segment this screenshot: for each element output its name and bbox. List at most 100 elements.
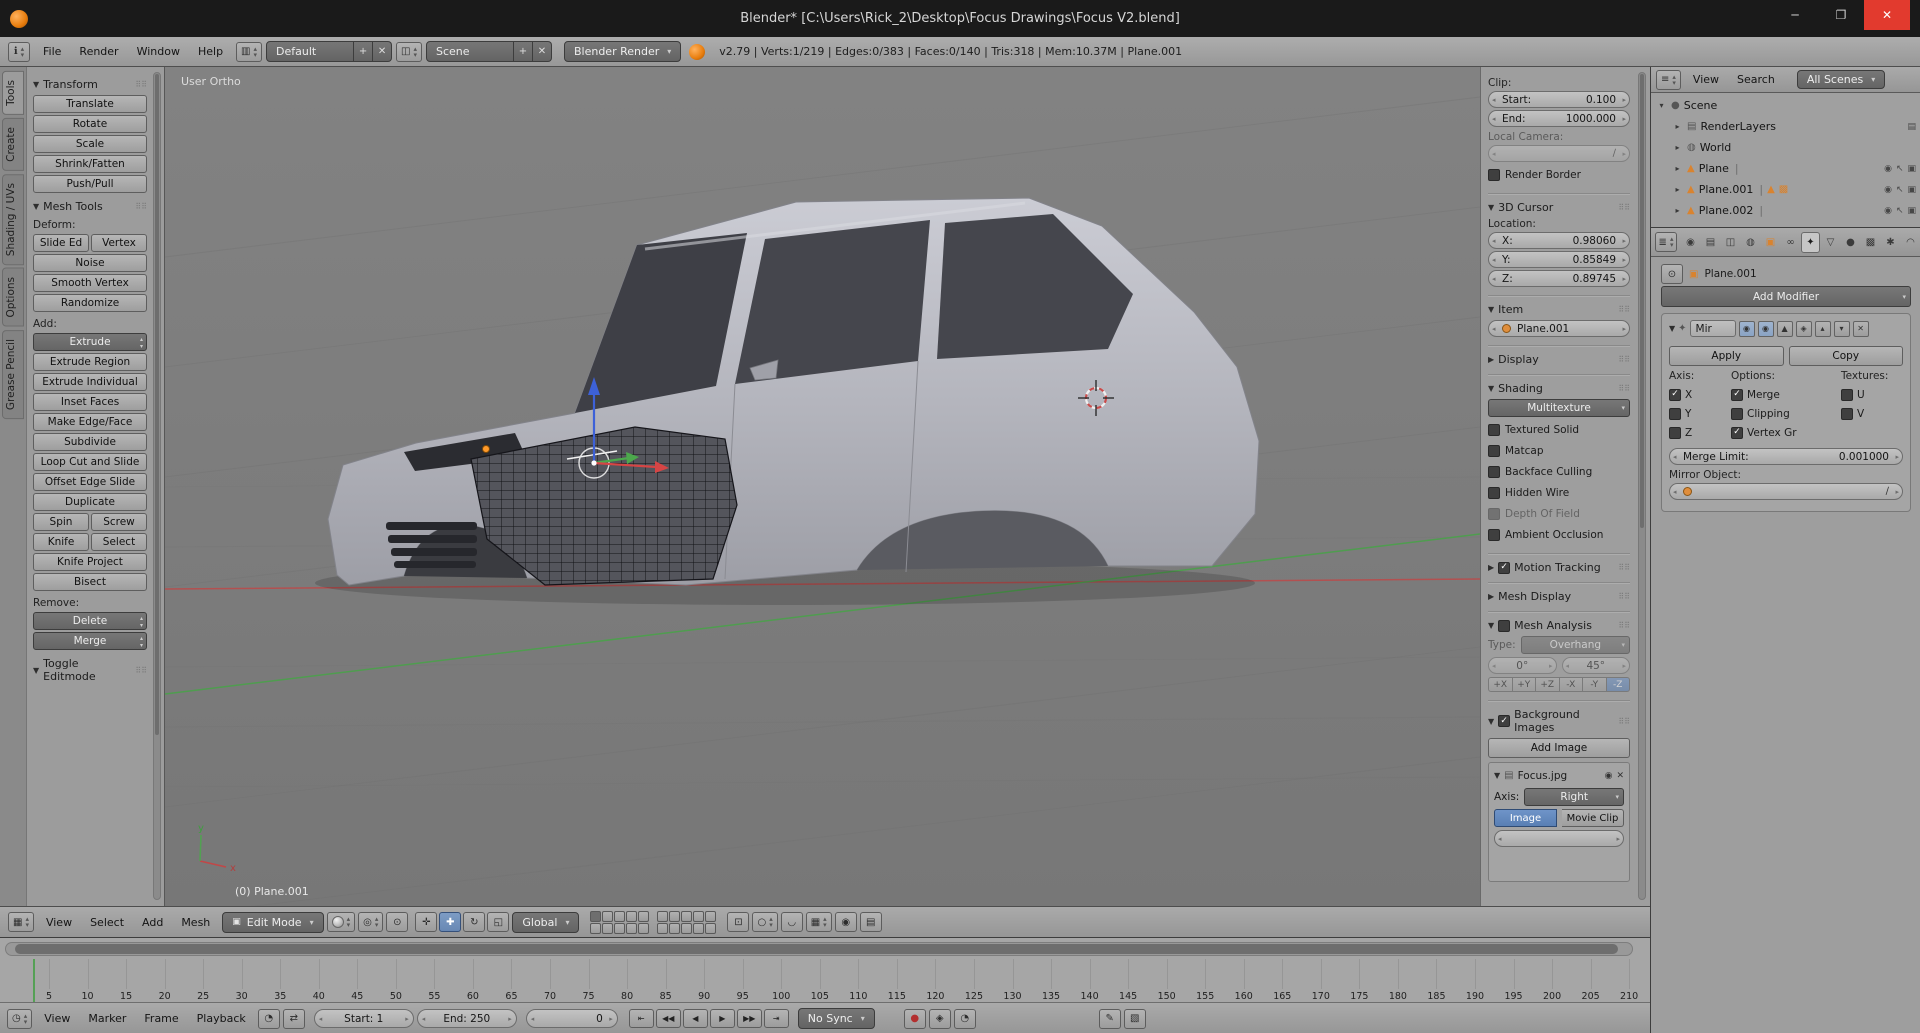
visibility-icon[interactable]: ◉ bbox=[1884, 164, 1892, 174]
delete-layout-button[interactable]: ✕ bbox=[373, 41, 392, 62]
clip-end-field[interactable]: End:1000.000 bbox=[1488, 110, 1630, 127]
use-preview-range-button[interactable]: ◔ bbox=[258, 1009, 280, 1029]
outliner-display-filter[interactable]: All Scenes bbox=[1797, 70, 1885, 89]
drag-dots-icon[interactable]: ⠿⠿ bbox=[1618, 592, 1630, 601]
expander-icon[interactable]: ▸ bbox=[1672, 122, 1683, 131]
layer-9[interactable] bbox=[626, 923, 637, 934]
expander-icon[interactable]: ▸ bbox=[1672, 206, 1683, 215]
outliner-row-world[interactable]: ▸◍World bbox=[1651, 137, 1920, 158]
drag-dots-icon[interactable]: ⠿⠿ bbox=[1618, 384, 1630, 393]
properties-tab-object[interactable]: ▣ bbox=[1761, 232, 1780, 253]
checkbox-box[interactable]: ✓ bbox=[1498, 715, 1510, 727]
tool-button-scale[interactable]: Scale bbox=[33, 135, 147, 153]
checkbox-box[interactable]: ✓ bbox=[1498, 562, 1510, 574]
modifier-move-down-button[interactable]: ▾ bbox=[1834, 321, 1850, 337]
viewport-shading-dropdown[interactable]: ▴▾ bbox=[327, 912, 356, 932]
pin-id-button[interactable]: ⊙ bbox=[1661, 264, 1683, 284]
checkbox-hidden-wire[interactable]: Hidden Wire bbox=[1488, 482, 1630, 503]
spinner-icon[interactable]: ▴▾ bbox=[140, 635, 143, 649]
timeline-menu-marker[interactable]: Marker bbox=[79, 1012, 135, 1025]
close-button[interactable]: ✕ bbox=[1864, 0, 1910, 30]
manipulator-translate-button[interactable]: ✚ bbox=[439, 912, 461, 932]
record-button[interactable]: ● bbox=[904, 1009, 926, 1029]
tool-button-knife-project[interactable]: Knife Project bbox=[33, 553, 147, 571]
tool-button-spin[interactable]: Spin bbox=[33, 513, 89, 531]
item-name-field[interactable]: Plane.001 bbox=[1488, 320, 1630, 337]
layer-5[interactable] bbox=[638, 911, 649, 922]
current-frame-field[interactable]: 0 bbox=[526, 1009, 618, 1028]
add-image-button[interactable]: Add Image bbox=[1488, 738, 1630, 758]
transform-orientation-select[interactable]: Global bbox=[512, 912, 579, 933]
autokey-mode-dropdown[interactable]: ◔ bbox=[954, 1009, 976, 1029]
expander-icon[interactable]: ▸ bbox=[1672, 164, 1683, 173]
motion-tracking-panel-header[interactable]: ▶ ✓ Motion Tracking ⠿⠿ bbox=[1488, 561, 1630, 574]
display-panel-header[interactable]: ▶ Display ⠿⠿ bbox=[1488, 353, 1630, 366]
tool-button-subdivide[interactable]: Subdivide bbox=[33, 433, 147, 451]
properties-tab-textures[interactable]: ▩ bbox=[1861, 232, 1880, 253]
renderability-icon[interactable]: ▣ bbox=[1907, 206, 1916, 216]
cursor-x-field[interactable]: X:0.98060 bbox=[1488, 232, 1630, 249]
toggle-editmode-panel-header[interactable]: ▼ Toggle Editmode ⠿⠿ bbox=[33, 657, 147, 683]
minimize-button[interactable]: ─ bbox=[1772, 0, 1818, 30]
properties-tab-material[interactable]: ● bbox=[1841, 232, 1860, 253]
outliner-row-plane-002[interactable]: ▸▲Plane.002|◉↖▣ bbox=[1651, 200, 1920, 221]
layer-15[interactable] bbox=[705, 911, 716, 922]
menu-file[interactable]: File bbox=[34, 45, 70, 58]
renderability-icon[interactable]: ▣ bbox=[1907, 185, 1916, 195]
editor-type-timeline-button[interactable]: ◷▴▾ bbox=[7, 1009, 32, 1029]
apply-button[interactable]: Apply bbox=[1669, 346, 1784, 366]
outliner-row-plane[interactable]: ▸▲Plane|◉↖▣ bbox=[1651, 158, 1920, 179]
cursor-y-field[interactable]: Y:0.85849 bbox=[1488, 251, 1630, 268]
timeline-scrollbar[interactable] bbox=[5, 942, 1633, 956]
checkbox-vertex-gr[interactable]: ✓Vertex Gr bbox=[1731, 423, 1841, 442]
manipulator-scale-button[interactable]: ◱ bbox=[487, 912, 509, 932]
menu-render[interactable]: Render bbox=[70, 45, 127, 58]
modifier-delete-button[interactable]: ✕ bbox=[1853, 321, 1869, 337]
modifier-render-toggle[interactable]: ◉ bbox=[1739, 321, 1755, 337]
frame-end-field[interactable]: End: 250 bbox=[417, 1009, 517, 1028]
panel-open-icon[interactable]: ▼ bbox=[1494, 771, 1500, 780]
menu-help[interactable]: Help bbox=[189, 45, 232, 58]
layer-4[interactable] bbox=[626, 911, 637, 922]
layer-20[interactable] bbox=[705, 923, 716, 934]
axis-button-y[interactable]: -Y bbox=[1583, 677, 1607, 692]
add-modifier-select[interactable]: Add Modifier bbox=[1661, 286, 1911, 307]
n-panel-scrollbar[interactable] bbox=[1638, 72, 1646, 900]
tool-button-slide-ed[interactable]: Slide Ed bbox=[33, 234, 89, 252]
layer-17[interactable] bbox=[669, 923, 680, 934]
outliner-row-scene[interactable]: ▾●Scene bbox=[1651, 95, 1920, 116]
tool-button-extrude-individual[interactable]: Extrude Individual bbox=[33, 373, 147, 391]
drag-dots-icon[interactable]: ⠿⠿ bbox=[135, 80, 147, 89]
scrollbar-thumb[interactable] bbox=[15, 944, 1618, 954]
play-reverse-button[interactable]: ◀ bbox=[683, 1009, 708, 1028]
analysis-max-field[interactable]: 45° bbox=[1562, 657, 1631, 674]
jump-to-end-button[interactable]: ⇥ bbox=[764, 1009, 789, 1028]
layer-3[interactable] bbox=[614, 911, 625, 922]
outliner-row-renderlayers[interactable]: ▸▤RenderLayers▤ bbox=[1651, 116, 1920, 137]
spinner-icon[interactable]: ▴▾ bbox=[140, 615, 143, 629]
layer-11[interactable] bbox=[657, 911, 668, 922]
background-images-panel-header[interactable]: ▼ ✓ Background Images ⠿⠿ bbox=[1488, 708, 1630, 734]
transform-panel-header[interactable]: ▼ Transform ⠿⠿ bbox=[33, 78, 147, 91]
visibility-icon[interactable]: ◉ bbox=[1884, 185, 1892, 195]
bg-source-movie-clip[interactable]: Movie Clip bbox=[1562, 809, 1624, 827]
checkbox-merge[interactable]: ✓Merge bbox=[1731, 385, 1841, 404]
axis-button-+z[interactable]: +Z bbox=[1536, 677, 1560, 692]
tool-button-push-pull[interactable]: Push/Pull bbox=[33, 175, 147, 193]
axis-button-+x[interactable]: +X bbox=[1488, 677, 1513, 692]
toolshelf-tab-shading-uvs[interactable]: Shading / UVs bbox=[2, 174, 24, 265]
manipulator-toggle-button[interactable]: ✛ bbox=[415, 912, 437, 932]
timeline-menu-view[interactable]: View bbox=[35, 1012, 79, 1025]
tool-button-shrink-fatten[interactable]: Shrink/Fatten bbox=[33, 155, 147, 173]
scene-icon-button[interactable]: ◫▴▾ bbox=[396, 42, 422, 62]
sync-mode-select[interactable]: No Sync bbox=[798, 1008, 875, 1029]
outliner-row-plane-001[interactable]: ▸▲Plane.001|▲▩◉↖▣ bbox=[1651, 179, 1920, 200]
axis-button-z[interactable]: -Z bbox=[1607, 677, 1631, 692]
visibility-icon[interactable]: ◉ bbox=[1605, 771, 1613, 781]
scrollbar-thumb[interactable] bbox=[1640, 74, 1644, 528]
drag-dots-icon[interactable]: ⠿⠿ bbox=[1618, 305, 1630, 314]
menu-window[interactable]: Window bbox=[128, 45, 189, 58]
drag-dots-icon[interactable]: ⠿⠿ bbox=[135, 202, 147, 211]
mesh-analysis-panel-header[interactable]: ▼ Mesh Analysis ⠿⠿ bbox=[1488, 619, 1630, 632]
layer-16[interactable] bbox=[657, 923, 668, 934]
